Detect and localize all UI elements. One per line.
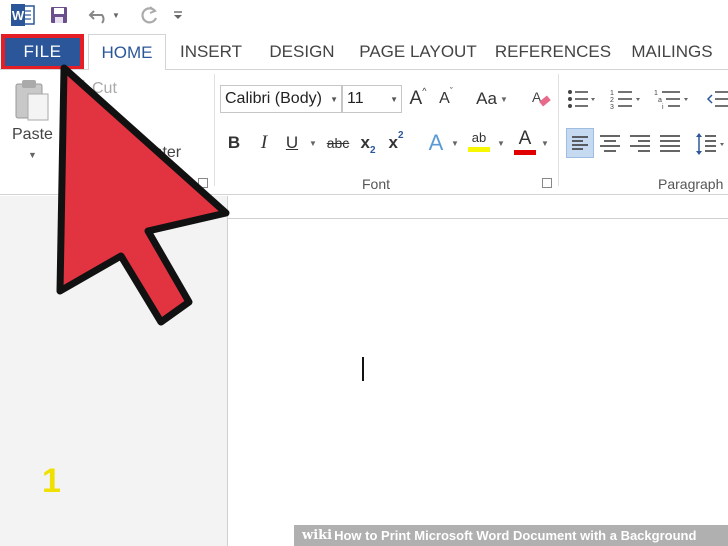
step-number: 1 bbox=[42, 462, 61, 500]
svg-text:i: i bbox=[662, 104, 664, 110]
bold-button[interactable]: B bbox=[224, 130, 244, 156]
italic-button[interactable]: I bbox=[254, 130, 274, 156]
font-color-icon: A bbox=[518, 127, 532, 149]
superscript-icon: x bbox=[388, 133, 398, 152]
undo-icon bbox=[88, 10, 105, 24]
paragraph-group-label: Paragraph bbox=[658, 176, 724, 192]
change-case-button[interactable]: Aa ▼ bbox=[474, 86, 510, 112]
superscript-button[interactable]: x2 bbox=[384, 130, 408, 156]
svg-text:3: 3 bbox=[610, 104, 614, 110]
clear-formatting-icon[interactable]: A bbox=[530, 88, 552, 110]
numbering-icon[interactable]: 1 2 3 bbox=[610, 88, 642, 110]
chevron-down-icon: ▼ bbox=[390, 95, 398, 104]
svg-text:a: a bbox=[658, 97, 662, 104]
group-separator bbox=[214, 74, 215, 186]
navigation-area bbox=[0, 196, 228, 546]
undo-button[interactable]: ▼ bbox=[86, 4, 122, 26]
change-case-icon: Aa bbox=[476, 89, 497, 108]
watermark-title: to Print Microsoft Word Document with a … bbox=[361, 528, 697, 543]
tab-design[interactable]: DESIGN bbox=[262, 34, 342, 70]
justify-icon[interactable] bbox=[658, 132, 682, 156]
align-center-icon[interactable] bbox=[598, 132, 622, 156]
font-color-button[interactable]: A bbox=[512, 126, 538, 156]
subscript-mark: 2 bbox=[369, 145, 376, 156]
group-separator bbox=[558, 74, 559, 186]
scissors-icon bbox=[72, 79, 88, 97]
tab-insert[interactable]: INSERT bbox=[174, 34, 248, 70]
caret-up-icon: ^ bbox=[422, 86, 427, 96]
quick-access-toolbar: W ▼ bbox=[0, 0, 728, 32]
cut-button[interactable]: Cut bbox=[92, 80, 117, 98]
highlight-dropdown-icon[interactable]: ▼ bbox=[496, 130, 506, 156]
chevron-down-icon: ▼ bbox=[499, 94, 508, 104]
text-effects-button[interactable]: A bbox=[424, 130, 448, 156]
paste-button[interactable] bbox=[14, 78, 52, 122]
paste-label[interactable]: Paste bbox=[12, 126, 53, 144]
svg-text:W: W bbox=[12, 8, 25, 23]
font-name-dropdown[interactable]: Calibri (Body) ▼ bbox=[220, 85, 342, 113]
decrease-indent-icon[interactable] bbox=[706, 88, 728, 110]
svg-text:1: 1 bbox=[654, 90, 658, 97]
font-color-dropdown-icon[interactable]: ▼ bbox=[540, 130, 550, 156]
undo-dropdown-icon[interactable]: ▼ bbox=[112, 11, 120, 20]
tab-file[interactable]: FILE bbox=[1, 34, 84, 70]
ribbon-tabs: FILE HOME INSERT DESIGN PAGE LAYOUT REFE… bbox=[0, 32, 728, 70]
save-icon bbox=[51, 7, 67, 23]
ribbon: Paste ▼ Cut inter Calibri (Body) ▼ 11 ▼ … bbox=[0, 70, 728, 195]
document-page[interactable] bbox=[228, 196, 728, 546]
font-group-label: Font bbox=[362, 176, 391, 192]
tab-mailings[interactable]: MAILINGS bbox=[624, 34, 720, 70]
clipboard-icon bbox=[15, 80, 49, 121]
chevron-down-icon: ▼ bbox=[330, 95, 338, 104]
font-size-value: 11 bbox=[347, 90, 364, 107]
redo-icon bbox=[141, 6, 158, 24]
multilevel-list-icon[interactable]: 1 a i bbox=[654, 88, 692, 110]
text-effects-dropdown-icon[interactable]: ▼ bbox=[450, 130, 460, 156]
tab-page-layout[interactable]: PAGE LAYOUT bbox=[354, 34, 482, 70]
strikethrough-button[interactable]: abc bbox=[324, 130, 352, 156]
bullets-icon[interactable] bbox=[566, 88, 596, 110]
svg-text:1: 1 bbox=[610, 90, 614, 97]
highlighter-icon: ab bbox=[471, 130, 487, 145]
grow-font-button[interactable]: A ^ bbox=[408, 86, 428, 112]
redo-button[interactable] bbox=[136, 4, 162, 26]
line-spacing-icon[interactable] bbox=[694, 130, 728, 158]
font-name-value: Calibri (Body) bbox=[225, 90, 322, 107]
underline-button[interactable]: U bbox=[282, 130, 302, 156]
superscript-mark: 2 bbox=[397, 130, 404, 141]
align-left-icon bbox=[572, 136, 588, 150]
tab-home[interactable]: HOME bbox=[88, 34, 166, 70]
word-logo-icon: W bbox=[10, 4, 36, 26]
highlight-button[interactable]: ab bbox=[466, 126, 492, 156]
highlight-color-bar bbox=[468, 147, 490, 152]
caret-down-small-icon: ˇ bbox=[449, 86, 453, 96]
watermark-how: How bbox=[334, 528, 362, 543]
font-size-dropdown[interactable]: 11 ▼ bbox=[342, 85, 402, 113]
align-left-button[interactable] bbox=[566, 128, 594, 158]
shrink-font-button[interactable]: Aˇ bbox=[436, 86, 456, 112]
format-painter-button[interactable]: inter bbox=[150, 144, 181, 162]
wikihow-watermark: wiki How to Print Microsoft Word Documen… bbox=[294, 525, 728, 546]
clipboard-dialog-launcher-icon[interactable] bbox=[198, 178, 208, 188]
save-button[interactable] bbox=[48, 4, 70, 26]
watermark-wiki: wiki bbox=[302, 528, 333, 543]
font-color-bar bbox=[514, 149, 536, 155]
customize-icon bbox=[174, 11, 182, 19]
grow-font-icon: A bbox=[409, 88, 423, 109]
subscript-icon: x bbox=[360, 133, 370, 152]
page-top-edge bbox=[228, 218, 728, 219]
align-right-icon[interactable] bbox=[628, 132, 652, 156]
shrink-font-icon: A bbox=[439, 90, 450, 107]
customize-toolbar-button[interactable] bbox=[170, 4, 186, 26]
underline-dropdown-icon[interactable]: ▼ bbox=[308, 130, 318, 156]
font-dialog-launcher-icon[interactable] bbox=[542, 178, 552, 188]
paste-dropdown-icon[interactable]: ▼ bbox=[28, 150, 37, 160]
text-cursor bbox=[362, 357, 364, 381]
tab-references[interactable]: REFERENCES bbox=[494, 34, 612, 70]
subscript-button[interactable]: x2 bbox=[356, 130, 380, 156]
svg-text:2: 2 bbox=[610, 97, 614, 104]
